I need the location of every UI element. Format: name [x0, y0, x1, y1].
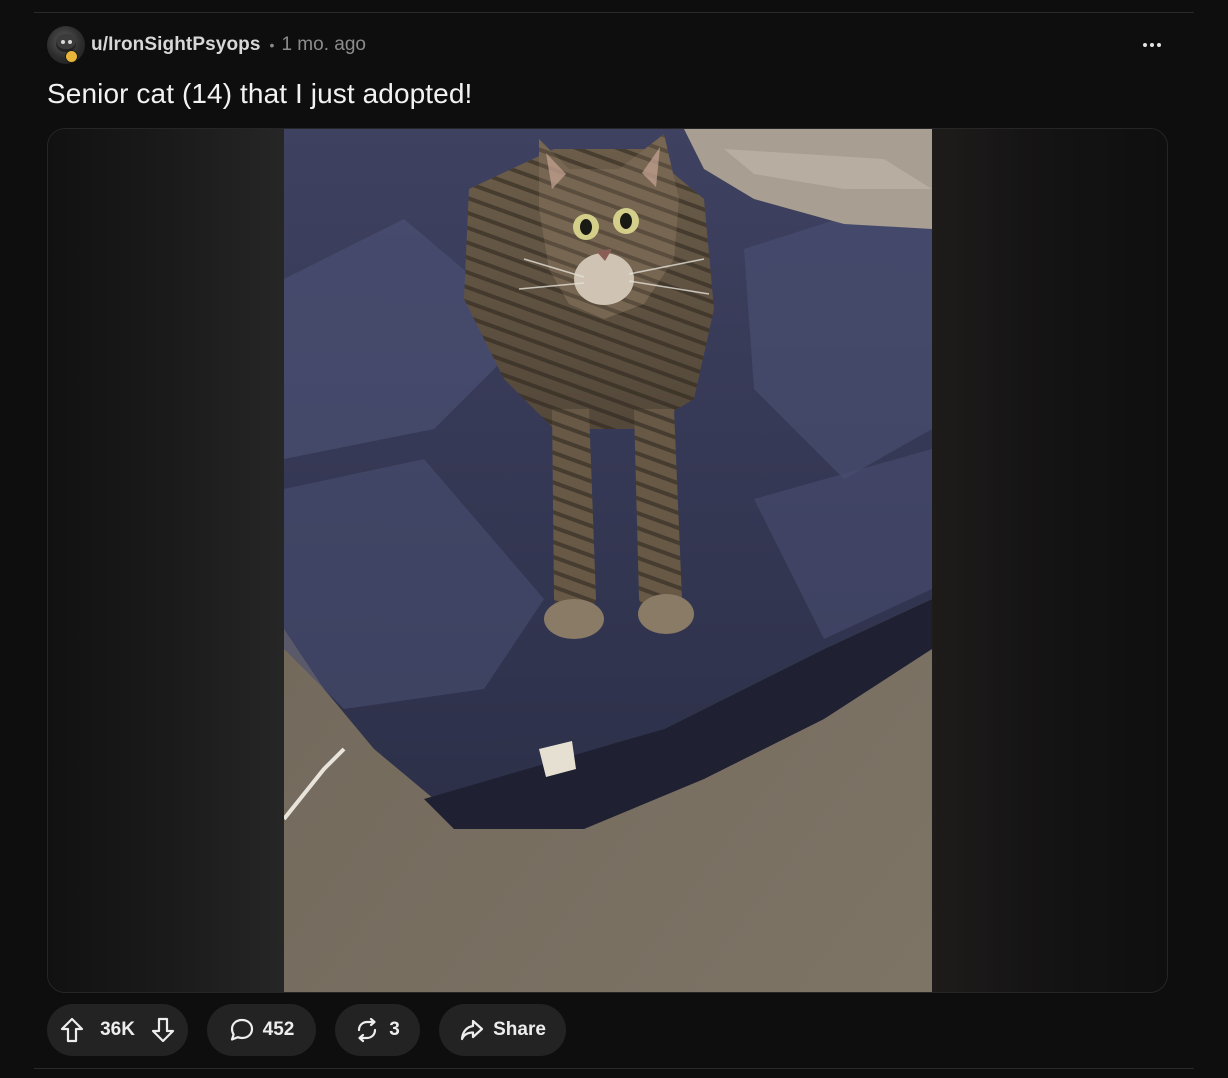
- media-blur-left: [48, 129, 284, 992]
- share-label: Share: [493, 1019, 546, 1040]
- post-media-frame[interactable]: [47, 128, 1168, 993]
- crosspost-count: 3: [389, 1019, 400, 1040]
- arrow-up-icon[interactable]: [59, 1017, 85, 1043]
- repost-arrows-icon: [355, 1017, 379, 1043]
- meta-separator: •: [269, 37, 275, 53]
- share-button[interactable]: Share: [439, 1004, 566, 1056]
- post-action-bar: 36K 452 3 Share: [47, 1004, 566, 1056]
- vote-count: 36K: [100, 1019, 135, 1040]
- ellipsis-icon: [1143, 43, 1147, 47]
- comment-count: 452: [262, 1019, 295, 1040]
- bottom-divider: [34, 1068, 1194, 1069]
- post-timestamp: 1 mo. ago: [281, 34, 366, 55]
- avatar-eye: [68, 40, 72, 44]
- top-divider: [34, 12, 1194, 13]
- speech-bubble-icon: [229, 1017, 255, 1043]
- avatar-eye: [61, 40, 65, 44]
- user-avatar[interactable]: [47, 26, 85, 64]
- crosspost-button[interactable]: 3: [335, 1004, 420, 1056]
- post-image[interactable]: [284, 129, 932, 992]
- media-blur-right: [931, 129, 1167, 992]
- author-username[interactable]: u/IronSightPsyops: [91, 34, 261, 56]
- arrow-down-icon[interactable]: [150, 1017, 176, 1043]
- vote-group: 36K: [47, 1004, 188, 1056]
- comments-button[interactable]: 452: [207, 1004, 316, 1056]
- share-arrow-icon: [459, 1017, 485, 1043]
- reddit-post-page: u/IronSightPsyops • 1 mo. ago Senior cat…: [0, 0, 1228, 1078]
- ellipsis-icon: [1157, 43, 1161, 47]
- more-options-button[interactable]: [1134, 30, 1170, 60]
- ellipsis-icon: [1150, 43, 1154, 47]
- post-header: u/IronSightPsyops • 1 mo. ago: [47, 26, 366, 64]
- post-title[interactable]: Senior cat (14) that I just adopted!: [47, 78, 472, 110]
- avatar-badge: [65, 50, 78, 63]
